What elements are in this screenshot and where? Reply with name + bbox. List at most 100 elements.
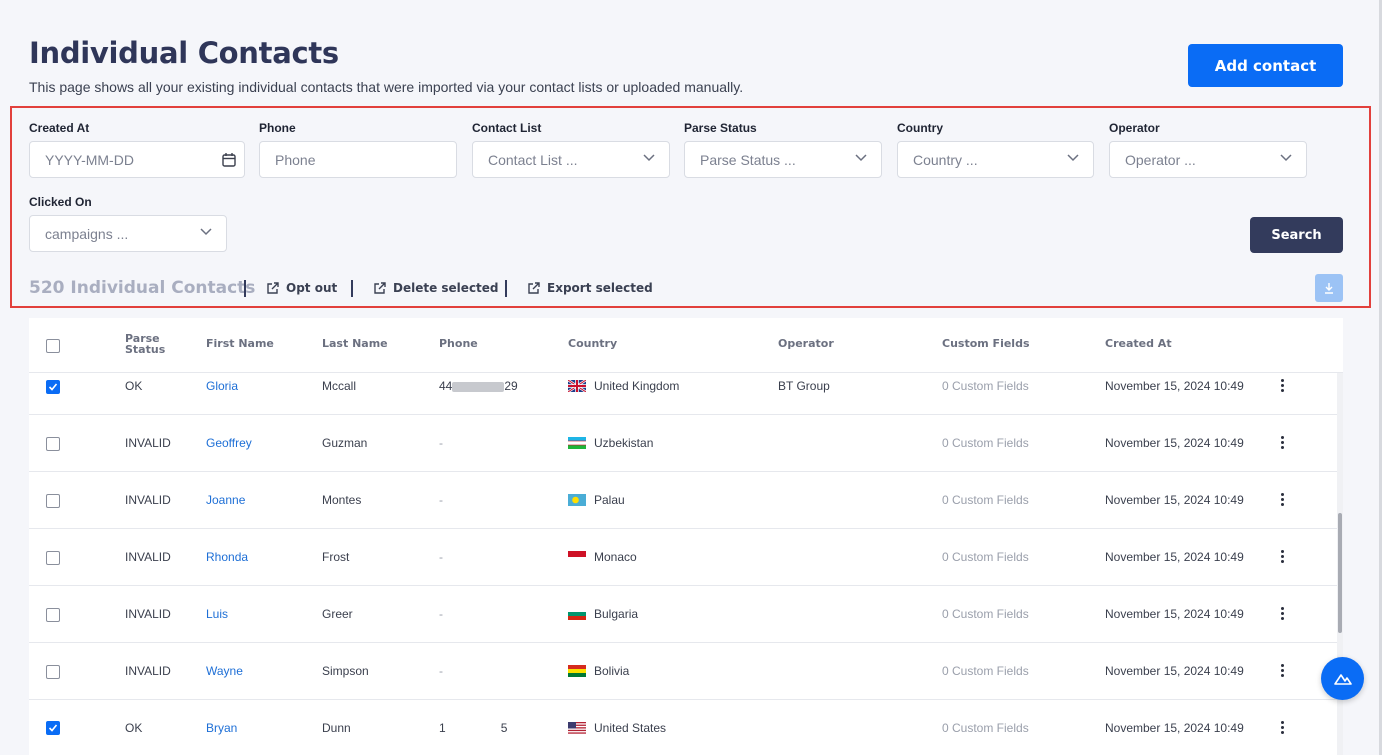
delete-selected-label: Delete selected — [393, 281, 499, 295]
column-header-parse-status[interactable]: Parse Status — [125, 333, 169, 355]
custom-fields-link[interactable]: 0 Custom Fields — [942, 379, 1029, 393]
phone-prefix: 1 — [439, 721, 446, 735]
export-icon — [528, 281, 540, 294]
phone-input[interactable]: Phone — [259, 141, 457, 178]
contact-list-value: Contact List ... — [488, 151, 578, 168]
download-button[interactable] — [1315, 274, 1343, 302]
kebab-menu-icon[interactable] — [1281, 379, 1285, 393]
created-at-input[interactable]: YYYY-MM-DD — [29, 141, 245, 178]
kebab-menu-icon[interactable] — [1281, 607, 1285, 621]
phone: - — [439, 607, 443, 621]
first-name-link[interactable]: Rhonda — [206, 550, 248, 564]
chat-widget-button[interactable] — [1321, 657, 1364, 700]
custom-fields-link[interactable]: 0 Custom Fields — [942, 436, 1029, 450]
pw-flag-icon — [568, 494, 586, 506]
table-row[interactable]: INVALID Rhonda Frost - Monaco 0 Custom F… — [29, 529, 1337, 586]
created-at-placeholder: YYYY-MM-DD — [45, 151, 134, 168]
last-name: Simpson — [322, 664, 369, 678]
parse-status-label: Parse Status — [684, 121, 757, 135]
country-select[interactable]: Country ... — [897, 141, 1094, 178]
created-at-label: Created At — [29, 121, 90, 135]
operator-select[interactable]: Operator ... — [1109, 141, 1307, 178]
created-at: November 15, 2024 10:49 — [1105, 436, 1244, 450]
first-name-link[interactable]: Gloria — [206, 379, 238, 393]
phone-prefix: 44 — [439, 379, 453, 393]
row-checkbox[interactable] — [46, 665, 60, 679]
scrollbar-thumb[interactable] — [1338, 513, 1342, 633]
column-header-country[interactable]: Country — [568, 338, 617, 349]
custom-fields-link[interactable]: 0 Custom Fields — [942, 493, 1029, 507]
phone: - — [439, 550, 443, 564]
parse-status-select[interactable]: Parse Status ... — [684, 141, 882, 178]
chat-widget-icon — [1333, 673, 1352, 685]
row-checkbox[interactable] — [46, 608, 60, 622]
custom-fields-link[interactable]: 0 Custom Fields — [942, 721, 1029, 735]
table-row[interactable]: INVALID Geoffrey Guzman - Uzbekistan 0 C… — [29, 415, 1337, 472]
phone: 44 29 — [439, 379, 518, 393]
clicked-on-value: campaigns ... — [45, 225, 129, 242]
first-name-link[interactable]: Joanne — [206, 493, 245, 507]
kebab-menu-icon[interactable] — [1281, 550, 1285, 564]
row-checkbox[interactable] — [46, 494, 60, 508]
first-name-link[interactable]: Wayne — [206, 664, 243, 678]
check-icon — [48, 724, 58, 732]
table-row[interactable]: INVALID Luis Greer - Bulgaria 0 Custom F… — [29, 586, 1337, 643]
add-contact-button[interactable]: Add contact — [1188, 44, 1343, 87]
country: Uzbekistan — [568, 436, 653, 450]
column-header-operator[interactable]: Operator — [778, 338, 834, 349]
parse-status: INVALID — [125, 436, 171, 450]
country: Bulgaria — [568, 607, 638, 621]
phone-suffix: 5 — [500, 721, 508, 735]
row-checkbox[interactable] — [46, 437, 60, 451]
kebab-menu-icon[interactable] — [1281, 493, 1285, 507]
parse-status: INVALID — [125, 550, 171, 564]
last-name: Frost — [322, 550, 350, 564]
redacted-phone — [452, 381, 505, 392]
country-name: Monaco — [594, 550, 637, 564]
chevron-down-icon — [855, 154, 867, 162]
select-all-checkbox[interactable] — [46, 339, 60, 353]
toolbar-divider — [351, 280, 353, 297]
phone: - — [439, 436, 443, 450]
page-subtitle: This page shows all your existing indivi… — [29, 79, 744, 95]
row-checkbox[interactable] — [46, 721, 60, 735]
parse-status: OK — [125, 379, 143, 393]
column-header-phone[interactable]: Phone — [439, 338, 478, 349]
last-name: Guzman — [322, 436, 368, 450]
column-header-first-name[interactable]: First Name — [206, 338, 274, 349]
export-selected-label: Export selected — [547, 281, 653, 295]
table-row[interactable]: OK Bryan Dunn 15 United States 0 Custom … — [29, 700, 1337, 755]
column-header-last-name[interactable]: Last Name — [322, 338, 388, 349]
table-row[interactable]: OK Gloria Mccall 44 29 United Kingdom BT … — [29, 358, 1337, 415]
opt-out-button[interactable]: Opt out — [266, 281, 337, 295]
toolbar-divider — [505, 280, 507, 297]
operator-label: Operator — [1109, 121, 1160, 135]
kebab-menu-icon[interactable] — [1281, 436, 1285, 450]
country: Bolivia — [568, 664, 629, 678]
column-header-custom-fields[interactable]: Custom Fields — [942, 338, 1030, 349]
delete-selected-button[interactable]: Delete selected — [373, 281, 499, 295]
calendar-icon[interactable] — [222, 152, 236, 167]
search-button[interactable]: Search — [1250, 217, 1343, 253]
operator-value: Operator ... — [1125, 151, 1196, 168]
phone: - — [439, 664, 443, 678]
export-icon — [374, 281, 386, 294]
row-checkbox[interactable] — [46, 380, 60, 394]
contact-list-select[interactable]: Contact List ... — [472, 141, 670, 178]
first-name-link[interactable]: Geoffrey — [206, 436, 252, 450]
first-name-link[interactable]: Luis — [206, 607, 228, 621]
table-row[interactable]: INVALID Wayne Simpson - Bolivia 0 Custom… — [29, 643, 1337, 700]
first-name-link[interactable]: Bryan — [206, 721, 237, 735]
parse-status: INVALID — [125, 607, 171, 621]
kebab-menu-icon[interactable] — [1281, 721, 1285, 735]
custom-fields-link[interactable]: 0 Custom Fields — [942, 607, 1029, 621]
table-row[interactable]: INVALID Joanne Montes - Palau 0 Custom F… — [29, 472, 1337, 529]
created-at: November 15, 2024 10:49 — [1105, 664, 1244, 678]
column-header-created-at[interactable]: Created At — [1105, 338, 1172, 349]
clicked-on-select[interactable]: campaigns ... — [29, 215, 227, 252]
custom-fields-link[interactable]: 0 Custom Fields — [942, 550, 1029, 564]
row-checkbox[interactable] — [46, 551, 60, 565]
kebab-menu-icon[interactable] — [1281, 664, 1285, 678]
custom-fields-link[interactable]: 0 Custom Fields — [942, 664, 1029, 678]
export-selected-button[interactable]: Export selected — [527, 281, 653, 295]
